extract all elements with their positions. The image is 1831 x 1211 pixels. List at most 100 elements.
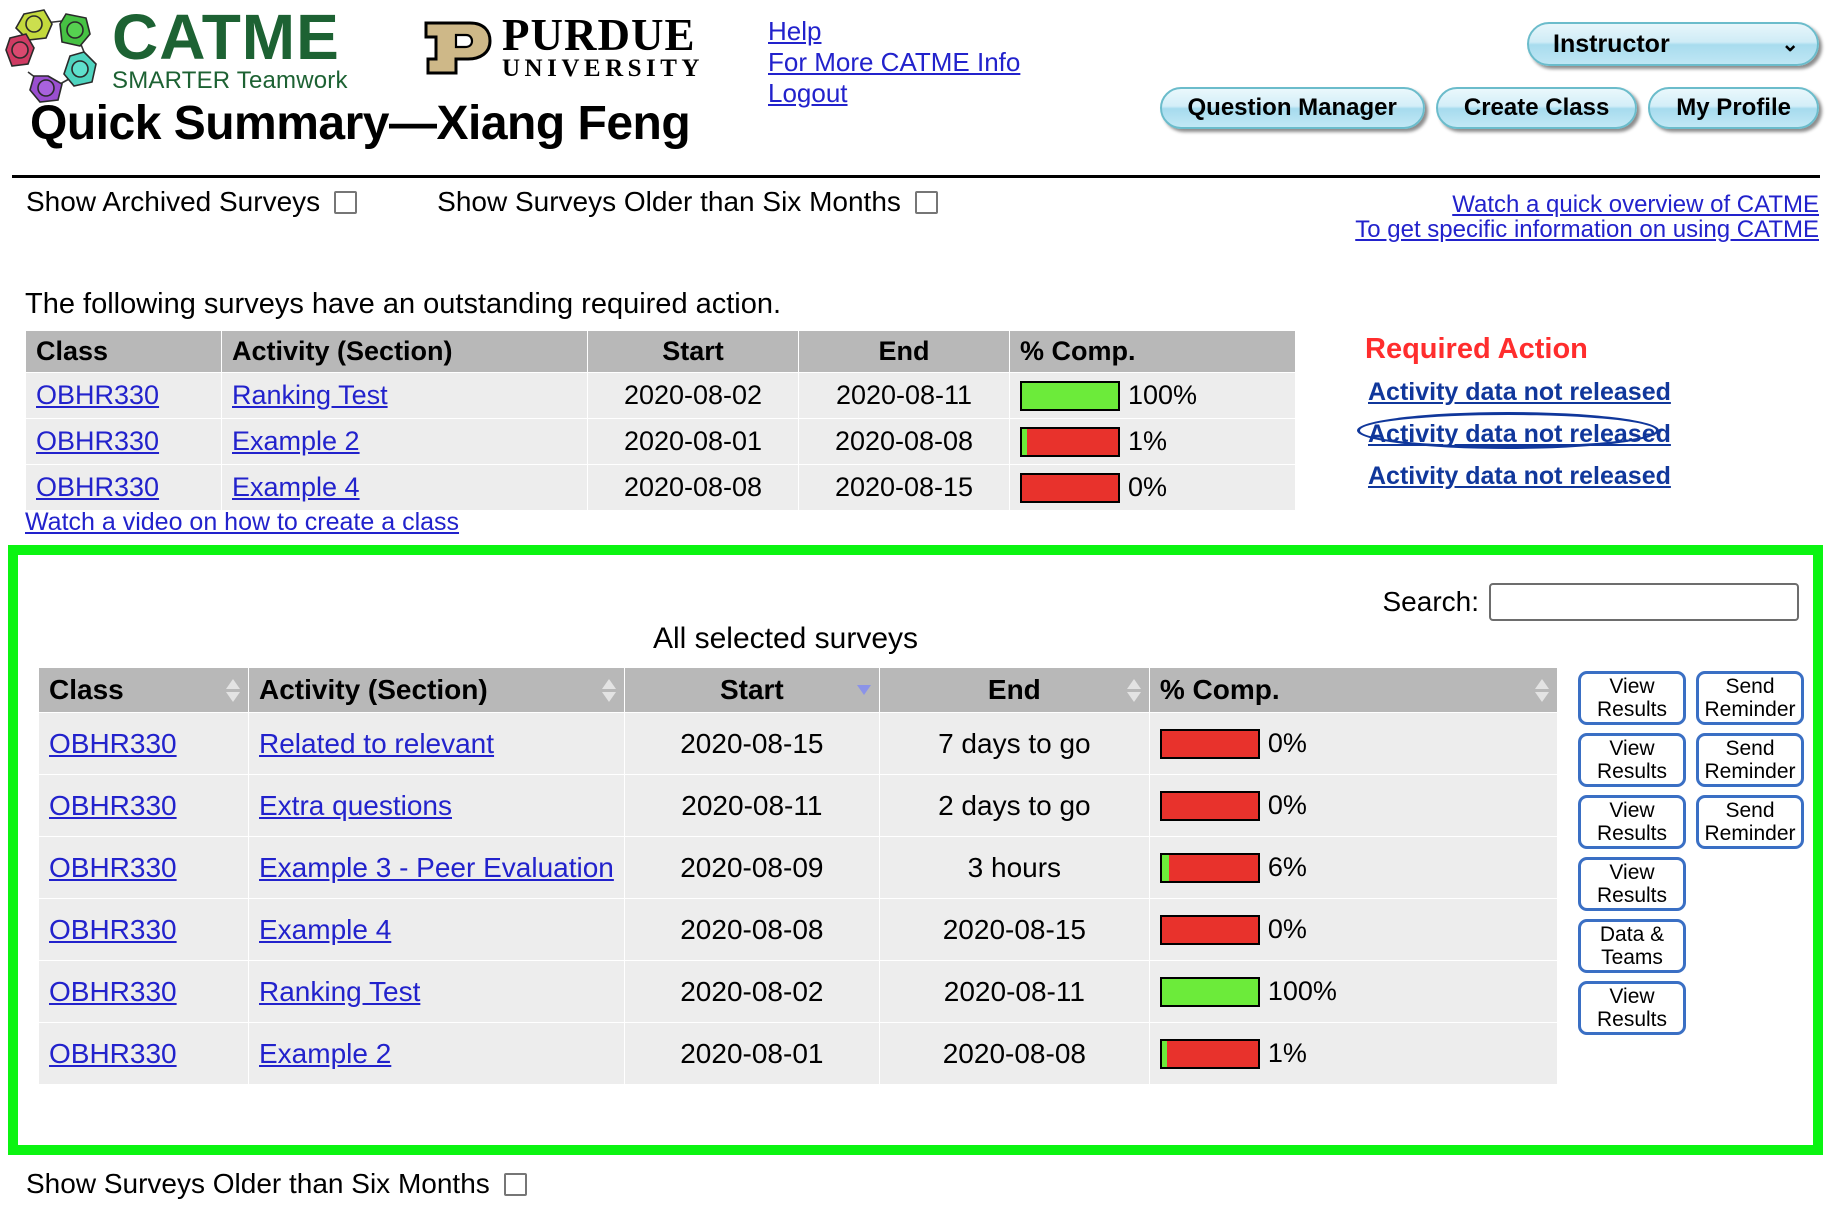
specific-info-link[interactable]: To get specific information on using CAT…: [1355, 217, 1819, 242]
data-and-teams-button[interactable]: Data & Teams: [1578, 919, 1686, 973]
progress-bar: [1160, 853, 1260, 883]
activity-link[interactable]: Example 4: [232, 472, 360, 502]
class-link[interactable]: OBHR330: [36, 426, 159, 456]
progress-bar: [1020, 473, 1120, 503]
progress-pct-label: 0%: [1128, 472, 1167, 503]
activity-link[interactable]: Ranking Test: [232, 380, 388, 410]
activity-data-not-released-link[interactable]: Activity data not released: [1368, 462, 1671, 490]
cell-start: 2020-08-08: [624, 899, 879, 961]
catme-tagline: SMARTER Teamwork: [112, 68, 348, 94]
view-results-button[interactable]: View Results: [1578, 857, 1686, 911]
table-row: OBHR330 Related to relevant 2020-08-15 7…: [39, 713, 1558, 775]
col-start-label: Start: [720, 674, 784, 705]
col-activity-sortable[interactable]: Activity (Section): [249, 668, 625, 713]
required-action-table: Class Activity (Section) Start End % Com…: [25, 330, 1296, 511]
help-resource-links: Watch a quick overview of CATME To get s…: [1355, 192, 1819, 242]
cell-class: OBHR330: [26, 373, 222, 419]
view-results-button[interactable]: View Results: [1578, 671, 1686, 725]
more-catme-info-link[interactable]: For More CATME Info: [768, 47, 1020, 78]
show-older-surveys-option-bottom[interactable]: Show Surveys Older than Six Months: [26, 1168, 527, 1200]
row-actions: View Results Send Reminder: [1578, 667, 1818, 729]
progress-bar: [1020, 381, 1120, 411]
activity-link[interactable]: Example 3 - Peer Evaluation: [259, 852, 614, 883]
col-start-sortable[interactable]: Start: [624, 668, 879, 713]
sort-arrows-icon[interactable]: [602, 675, 616, 705]
class-link[interactable]: OBHR330: [36, 380, 159, 410]
show-older-surveys-option-top[interactable]: Show Surveys Older than Six Months: [437, 186, 938, 218]
class-link[interactable]: OBHR330: [49, 914, 177, 945]
purdue-logo: PURDUE UNIVERSITY: [420, 14, 704, 82]
progress-pct-label: 100%: [1128, 380, 1197, 411]
cell-pct: 1%: [1010, 419, 1296, 465]
activity-link[interactable]: Related to relevant: [259, 728, 494, 759]
row-actions-column: View Results Send Reminder View Results …: [1578, 667, 1818, 1039]
show-older-surveys-checkbox-top[interactable]: [915, 191, 938, 214]
catme-logo: CATME SMARTER Teamwork: [4, 4, 348, 104]
cell-pct: 0%: [1149, 899, 1557, 961]
cell-pct: 0%: [1010, 465, 1296, 511]
send-reminder-button[interactable]: Send Reminder: [1696, 795, 1804, 849]
col-end-sortable[interactable]: End: [879, 668, 1149, 713]
class-link[interactable]: OBHR330: [49, 790, 177, 821]
role-selector-dropdown[interactable]: Instructor ⌄: [1527, 22, 1819, 66]
table-row: OBHR330 Example 2 2020-08-01 2020-08-08 …: [26, 419, 1296, 465]
activity-link[interactable]: Example 4: [259, 914, 391, 945]
purdue-name: PURDUE: [502, 14, 704, 56]
col-class-sortable[interactable]: Class: [39, 668, 249, 713]
col-activity: Activity (Section): [222, 331, 588, 373]
question-manager-button[interactable]: Question Manager: [1160, 87, 1425, 129]
activity-link[interactable]: Extra questions: [259, 790, 452, 821]
view-results-button[interactable]: View Results: [1578, 795, 1686, 849]
cell-pct: 6%: [1149, 837, 1557, 899]
sort-arrows-icon[interactable]: [226, 675, 240, 705]
activity-link[interactable]: Example 2: [259, 1038, 391, 1069]
logout-link[interactable]: Logout: [768, 78, 1020, 109]
cell-class: OBHR330: [39, 961, 249, 1023]
show-archived-surveys-checkbox[interactable]: [334, 191, 357, 214]
highlight-ellipse-annotation: [1357, 412, 1659, 449]
show-archived-surveys-option[interactable]: Show Archived Surveys: [26, 186, 357, 218]
cell-start: 2020-08-08: [588, 465, 799, 511]
sort-arrows-icon[interactable]: [1535, 675, 1549, 705]
send-reminder-button[interactable]: Send Reminder: [1696, 733, 1804, 787]
cell-activity: Ranking Test: [249, 961, 625, 1023]
class-link[interactable]: OBHR330: [49, 728, 177, 759]
table-row: OBHR330 Example 4 2020-08-08 2020-08-15 …: [39, 899, 1558, 961]
send-reminder-button[interactable]: Send Reminder: [1696, 671, 1804, 725]
class-link[interactable]: OBHR330: [36, 472, 159, 502]
activity-link[interactable]: Ranking Test: [259, 976, 420, 1007]
sort-arrow-desc-icon[interactable]: [857, 675, 871, 705]
header-divider: [12, 175, 1820, 178]
class-link[interactable]: OBHR330: [49, 1038, 177, 1069]
cell-pct: 0%: [1149, 713, 1557, 775]
table-row: OBHR330 Example 2 2020-08-01 2020-08-08 …: [39, 1023, 1558, 1085]
table-header-row: Class Activity (Section) Start End % Com…: [26, 331, 1296, 373]
create-class-button[interactable]: Create Class: [1436, 87, 1637, 129]
cell-pct: 0%: [1149, 775, 1557, 837]
row-actions: View Results: [1578, 977, 1818, 1039]
catme-logo-text: CATME: [112, 6, 348, 68]
class-link[interactable]: OBHR330: [49, 976, 177, 1007]
search-input[interactable]: [1489, 583, 1799, 621]
view-results-button[interactable]: View Results: [1578, 733, 1686, 787]
progress-pct-label: 0%: [1268, 914, 1307, 945]
show-older-surveys-label-top: Show Surveys Older than Six Months: [437, 186, 901, 218]
my-profile-button[interactable]: My Profile: [1648, 87, 1819, 129]
sort-arrows-icon[interactable]: [1127, 675, 1141, 705]
row-actions: View Results Send Reminder: [1578, 729, 1818, 791]
activity-link[interactable]: Example 2: [232, 426, 360, 456]
class-link[interactable]: OBHR330: [49, 852, 177, 883]
all-surveys-table: Class Activity (Section) Start End % Com…: [38, 667, 1558, 1085]
help-link[interactable]: Help: [768, 16, 1020, 47]
col-pct-comp-sortable[interactable]: % Comp.: [1149, 668, 1557, 713]
view-results-button[interactable]: View Results: [1578, 981, 1686, 1035]
cell-end: 2020-08-08: [799, 419, 1010, 465]
activity-data-not-released-link[interactable]: Activity data not released: [1368, 378, 1671, 406]
watch-overview-link[interactable]: Watch a quick overview of CATME: [1355, 192, 1819, 217]
show-older-surveys-checkbox-bottom[interactable]: [504, 1173, 527, 1196]
required-action-column-header: Required Action: [1365, 333, 1588, 366]
col-pct-comp: % Comp.: [1010, 331, 1296, 373]
table-header-row: Class Activity (Section) Start End % Com…: [39, 668, 1558, 713]
table-row: OBHR330 Extra questions 2020-08-11 2 day…: [39, 775, 1558, 837]
watch-create-class-video-link[interactable]: Watch a video on how to create a class: [25, 508, 459, 536]
